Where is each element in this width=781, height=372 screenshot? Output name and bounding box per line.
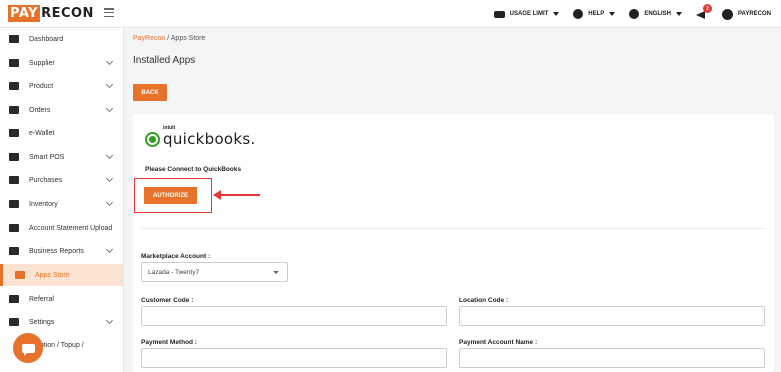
user-menu[interactable]: PAYRECON [721, 8, 771, 20]
help-icon [573, 9, 584, 19]
chevron-down-icon [105, 174, 114, 183]
chat-icon [21, 343, 35, 356]
notification-badge: 2 [702, 4, 712, 13]
page-title: Installed Apps [133, 55, 196, 66]
sidebar-item-smart-pos[interactable]: Smart POS [0, 146, 124, 168]
location-code-input[interactable] [459, 306, 765, 326]
payment-method-label: Payment Method : [141, 339, 197, 346]
sidebar-item-business-reports[interactable]: Business Reports [0, 240, 124, 262]
clipboard-icon [9, 106, 19, 114]
upload-icon [9, 224, 19, 232]
sidebar-item-inventory[interactable]: Inventory [0, 193, 124, 215]
chat-button[interactable] [13, 333, 43, 363]
annotation-arrow-line [219, 194, 260, 196]
customer-code-input[interactable] [141, 306, 447, 326]
breadcrumb: PayRecon / Apps Store [133, 35, 206, 42]
top-right-menu: USAGE LIMIT HELP ENGLISH 2 PAYRECON [493, 0, 771, 28]
payment-account-name-label: Payment Account Name : [459, 339, 538, 346]
product-icon [9, 82, 19, 90]
users-icon [9, 295, 19, 303]
breadcrumb-home-link[interactable]: PayRecon [133, 35, 165, 42]
chevron-down-icon [105, 151, 114, 160]
supplier-icon [9, 59, 19, 67]
megaphone-icon: 2 [695, 4, 712, 19]
sidebar-item-ewallet[interactable]: e-Wallet [0, 122, 124, 144]
top-bar: PAY RECON USAGE LIMIT HELP ENGLISH 2 PAYR… [0, 0, 781, 28]
location-code-label: Location Code : [459, 297, 509, 304]
grid-icon [15, 271, 25, 279]
authorize-button[interactable]: AUTHORIZE [144, 187, 197, 204]
section-divider [141, 228, 766, 229]
sidebar-item-account-statement-upload[interactable]: Account Statement Upload [0, 217, 124, 239]
caret-down-icon [675, 12, 682, 16]
breadcrumb-current: Apps Store [170, 35, 206, 42]
inventory-icon [9, 200, 19, 208]
purchases-icon [9, 176, 19, 184]
sidebar: Dashboard Supplier Product Orders e-Wall… [0, 28, 124, 372]
pos-icon [9, 153, 19, 161]
sidebar-item-product[interactable]: Product [0, 75, 124, 97]
quickbooks-logo: intuit quickbooks. [145, 125, 256, 148]
chevron-down-icon [105, 104, 114, 113]
customer-code-label: Customer Code : [141, 297, 194, 304]
quickbooks-card: intuit quickbooks. Please Connect to Qui… [133, 114, 774, 372]
sidebar-item-dashboard[interactable]: Dashboard [0, 28, 124, 50]
sidebar-item-purchases[interactable]: Purchases [0, 169, 124, 191]
caret-down-icon [273, 271, 279, 274]
payment-account-name-input[interactable] [459, 348, 765, 368]
user-avatar-icon [721, 8, 733, 20]
chevron-down-icon [105, 245, 114, 254]
chevron-down-icon [105, 316, 114, 325]
notifications-button[interactable]: 2 [695, 4, 712, 19]
marketplace-account-select[interactable]: Lazada - Twenty7 [141, 262, 288, 282]
usage-icon [493, 10, 505, 18]
back-button[interactable]: BACK [133, 84, 167, 101]
sidebar-item-apps-store[interactable]: Apps Store [0, 264, 124, 286]
sidebar-item-settings[interactable]: Settings [0, 311, 124, 333]
sidebar-item-supplier[interactable]: Supplier [0, 52, 124, 74]
chevron-down-icon [105, 57, 114, 66]
caret-down-icon [553, 12, 560, 16]
marketplace-account-label: Marketplace Account : [141, 253, 211, 260]
help-menu[interactable]: HELP [573, 9, 616, 19]
usage-limit-menu[interactable]: USAGE LIMIT [493, 10, 560, 18]
chevron-down-icon [105, 80, 114, 89]
pie-chart-icon [9, 247, 19, 255]
quickbooks-icon [145, 131, 160, 147]
language-menu[interactable]: ENGLISH [629, 9, 682, 19]
payment-method-input[interactable] [141, 348, 447, 368]
wallet-icon [9, 129, 19, 137]
gear-icon [9, 318, 19, 326]
menu-toggle-icon[interactable] [104, 8, 114, 17]
caret-down-icon [609, 12, 616, 16]
sidebar-item-referral[interactable]: Referral [0, 288, 124, 310]
sidebar-item-orders[interactable]: Orders [0, 99, 124, 121]
connect-message: Please Connect to QuickBooks [145, 166, 242, 173]
dashboard-icon [9, 35, 19, 43]
chevron-down-icon [105, 198, 114, 207]
globe-icon [629, 9, 640, 19]
